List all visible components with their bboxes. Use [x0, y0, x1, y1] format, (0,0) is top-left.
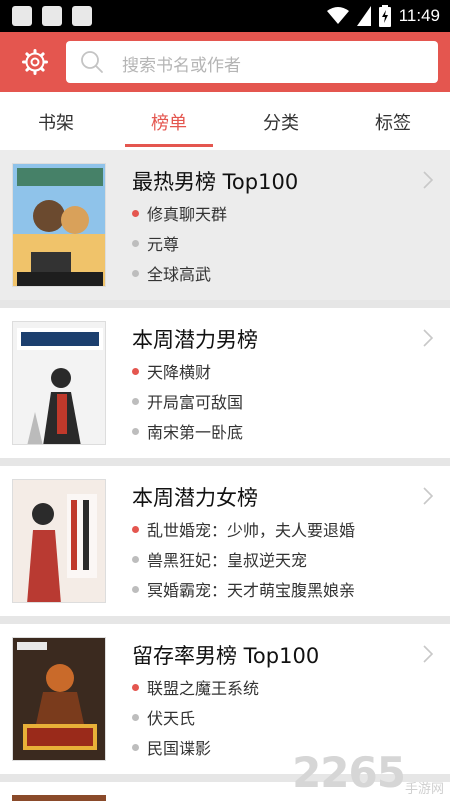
active-tab-indicator	[125, 144, 213, 147]
search-placeholder: 搜索书名或作者	[122, 56, 241, 76]
book-cover	[12, 479, 106, 603]
signal-icon	[356, 6, 371, 26]
book-item[interactable]: 全球高武	[132, 261, 211, 285]
ranking-title: 留存率男榜 Top100	[132, 644, 320, 668]
book-item[interactable]: 联盟之魔王系统	[132, 675, 259, 699]
book-cover	[12, 637, 106, 761]
tab-rankings[interactable]: 榜单	[129, 109, 209, 135]
tab-categories[interactable]: 分类	[241, 109, 321, 135]
battery-icon	[378, 5, 391, 27]
ranking-title: 最热男榜 Top100	[132, 170, 299, 194]
book-item[interactable]: 乱世婚宠：少帅，夫人要退婚	[132, 517, 355, 541]
hot-dot	[132, 368, 139, 375]
tab-bar: 书架 榜单 分类 标签	[0, 92, 450, 150]
notification-icon	[72, 6, 92, 26]
search-box[interactable]: 搜索书名或作者	[66, 41, 438, 83]
dot	[132, 240, 139, 247]
book-item[interactable]: 冥婚霸宠：天才萌宝腹黑娘亲	[132, 577, 355, 601]
book-item[interactable]: 民国谍影	[132, 735, 211, 759]
hot-dot	[132, 210, 139, 217]
book-item[interactable]: 兽黑狂妃：皇叔逆天宠	[132, 547, 307, 571]
dot	[132, 714, 139, 721]
dot	[132, 586, 139, 593]
ranking-title: 本周潜力男榜	[132, 328, 258, 352]
book-item[interactable]: 修真聊天群	[132, 201, 227, 225]
dot	[132, 428, 139, 435]
notification-icon	[12, 6, 32, 26]
book-item[interactable]: 开局富可敌国	[132, 389, 243, 413]
tab-tags[interactable]: 标签	[353, 109, 433, 135]
status-bar: 11:49	[0, 0, 450, 32]
chevron-right-icon	[423, 487, 434, 505]
book-cover	[12, 163, 106, 287]
book-item[interactable]: 伏天氏	[132, 705, 195, 729]
settings-gear-icon[interactable]	[22, 49, 48, 75]
notification-icon	[42, 6, 62, 26]
dot	[132, 398, 139, 405]
dot	[132, 556, 139, 563]
chevron-right-icon	[423, 329, 434, 347]
book-item[interactable]: 南宋第一卧底	[132, 419, 243, 443]
book-cover	[12, 321, 106, 445]
search-icon	[81, 51, 103, 73]
ranking-card[interactable]: 最热男榜 Top100 修真聊天群 元尊 全球高武	[0, 150, 450, 300]
top-bar: 搜索书名或作者	[0, 32, 450, 92]
book-cover	[12, 795, 106, 801]
site-watermark: 2265手游网	[292, 748, 444, 797]
wifi-icon	[326, 7, 349, 24]
chevron-right-icon	[423, 645, 434, 663]
book-item[interactable]: 元尊	[132, 231, 179, 255]
ranking-card[interactable]: 本周潜力男榜 天降横财 开局富可敌国 南宋第一卧底	[0, 308, 450, 458]
book-item[interactable]: 天降横财	[132, 359, 211, 383]
tab-bookshelf[interactable]: 书架	[16, 109, 96, 135]
hot-dot	[132, 526, 139, 533]
ranking-title: 本周潜力女榜	[132, 486, 258, 510]
clock: 11:49	[398, 6, 440, 25]
chevron-right-icon	[423, 171, 434, 189]
hot-dot	[132, 684, 139, 691]
dot	[132, 744, 139, 751]
dot	[132, 270, 139, 277]
ranking-card[interactable]: 本周潜力女榜 乱世婚宠：少帅，夫人要退婚 兽黑狂妃：皇叔逆天宠 冥婚霸宠：天才萌…	[0, 466, 450, 616]
